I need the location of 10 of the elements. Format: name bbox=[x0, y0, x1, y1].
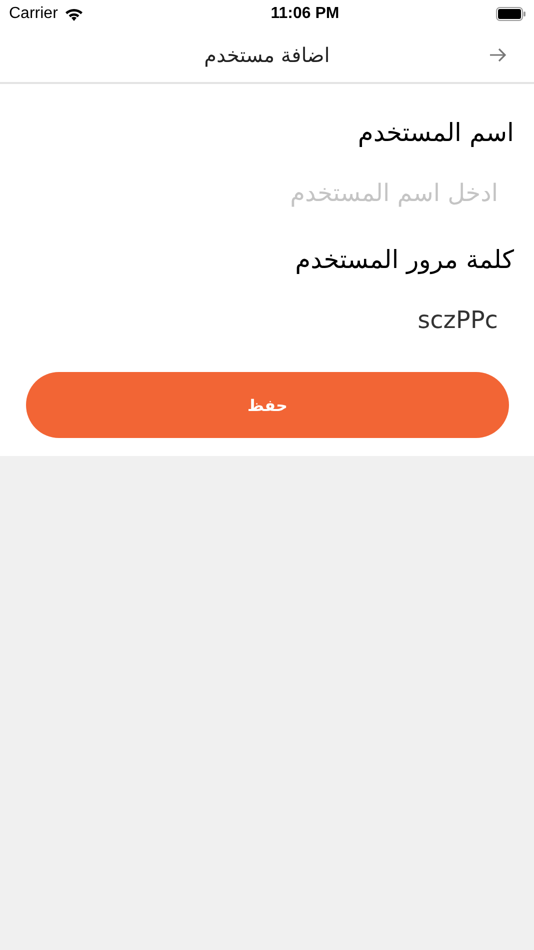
back-arrow-icon[interactable] bbox=[489, 48, 507, 62]
screen-title: اضافة مستخدم bbox=[204, 43, 330, 67]
input-field[interactable]: sczPPc bbox=[26, 300, 498, 340]
field-label: كلمة مرور المستخدم bbox=[295, 244, 514, 274]
wifi-icon bbox=[64, 6, 84, 22]
field-label: اسم المستخدم bbox=[358, 117, 514, 147]
battery-icon bbox=[496, 7, 526, 21]
input-field[interactable]: ادخل اسم المستخدم bbox=[26, 173, 498, 213]
carrier-name: Carrier bbox=[9, 5, 58, 23]
status-time: 11:06 PM bbox=[270, 5, 340, 23]
